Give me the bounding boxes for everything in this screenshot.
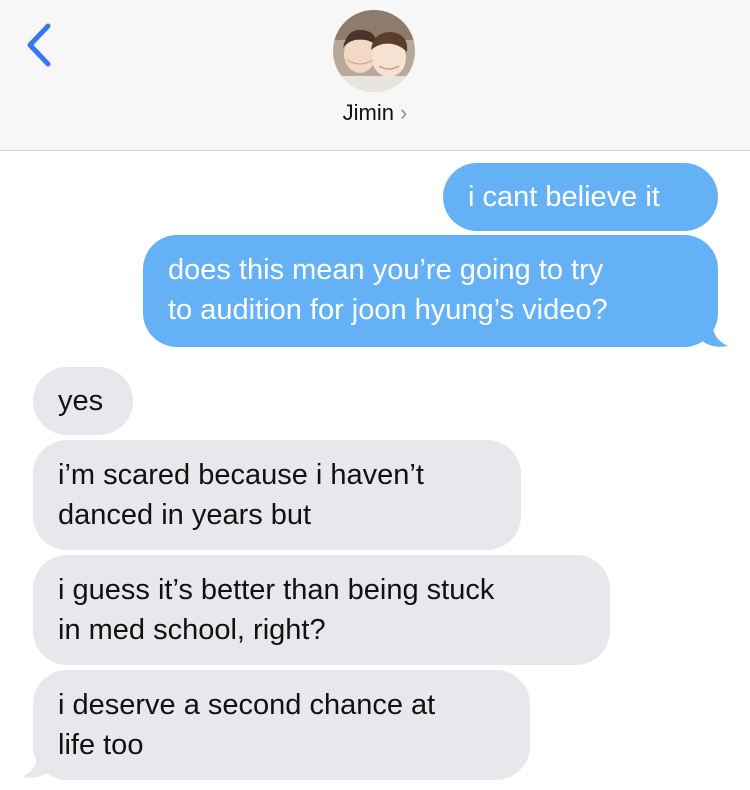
incoming-message[interactable]: i guess it’s better than being stuck in … <box>33 555 610 665</box>
chevron-right-icon: › <box>400 100 408 125</box>
back-button[interactable] <box>22 20 62 70</box>
incoming-message[interactable]: yes <box>33 367 133 435</box>
outgoing-message[interactable]: i cant believe it <box>443 163 718 231</box>
contact-name-button[interactable]: Jimin › <box>0 100 750 126</box>
bubble-tail <box>700 321 728 347</box>
incoming-message[interactable]: i deserve a second chance at life too <box>33 670 530 780</box>
conversation-header: Jimin › <box>0 0 750 151</box>
bubble-tail <box>22 752 50 778</box>
message-thread[interactable]: i cant believe it does this mean you’re … <box>0 151 750 790</box>
chevron-left-icon <box>27 23 51 67</box>
outgoing-message[interactable]: does this mean you’re going to try to au… <box>143 235 718 347</box>
contact-name: Jimin <box>342 100 394 125</box>
contact-avatar[interactable] <box>333 10 415 92</box>
incoming-message[interactable]: i’m scared because i haven’t danced in y… <box>33 440 521 550</box>
